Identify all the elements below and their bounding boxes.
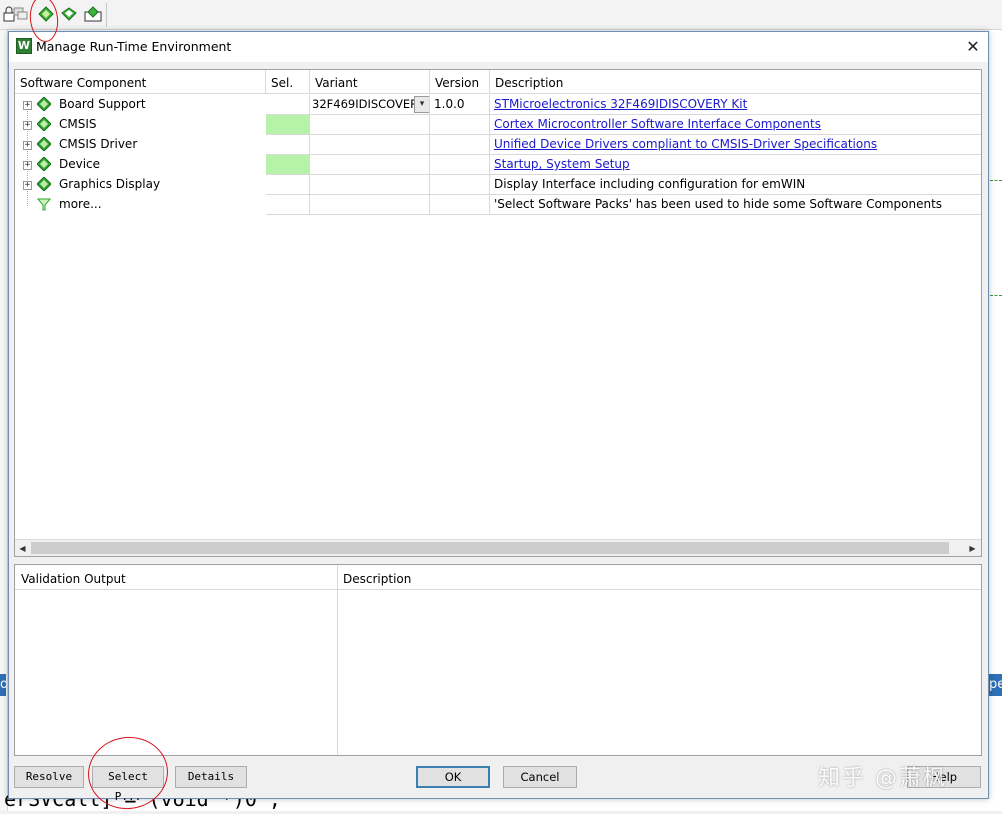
version-cell: [430, 155, 490, 175]
component-name: Device: [59, 157, 101, 171]
component-row-device[interactable]: + Device Startup, System Setup: [15, 155, 981, 175]
description-link[interactable]: Startup, System Setup: [494, 157, 630, 171]
version-cell: [430, 115, 490, 135]
component-row-more[interactable]: more... 'Select Software Packs' has been…: [15, 195, 981, 215]
description-link[interactable]: Cortex Microcontroller Software Interfac…: [494, 117, 821, 131]
expand-icon[interactable]: +: [23, 161, 32, 170]
description-cell: Display Interface including configuratio…: [490, 175, 981, 195]
sel-cell[interactable]: [266, 115, 310, 135]
column-header-variant[interactable]: Variant: [310, 70, 430, 94]
validation-header: Validation Output Description: [15, 565, 981, 590]
sel-cell[interactable]: [266, 155, 310, 175]
component-diamond-icon: [37, 157, 51, 171]
description-cell: Unified Device Drivers compliant to CMSI…: [490, 135, 981, 155]
cancel-button[interactable]: Cancel: [503, 766, 577, 788]
component-diamond-icon: [37, 117, 51, 131]
column-header-description[interactable]: Description: [490, 70, 981, 94]
variant-cell[interactable]: [310, 135, 430, 155]
select-packs-button[interactable]: Select P...: [92, 766, 164, 803]
component-diamond-icon: [37, 137, 51, 151]
watermark: 知乎 @萧枫: [818, 766, 947, 791]
variant-value: 32F469IDISCOVERY: [312, 97, 425, 111]
version-cell: [430, 135, 490, 155]
variant-cell[interactable]: [310, 175, 430, 195]
window-stack-icon[interactable]: [12, 5, 30, 23]
expand-icon[interactable]: +: [23, 121, 32, 130]
description-link[interactable]: STMicroelectronics 32F469IDISCOVERY Kit: [494, 97, 747, 111]
scroll-thumb[interactable]: [31, 542, 949, 554]
editor-tab-right-text: pe: [989, 677, 1002, 692]
editor-tab-left: o: [0, 674, 6, 696]
variant-cell[interactable]: 32F469IDISCOVERY ▾: [310, 95, 430, 115]
expand-icon[interactable]: +: [23, 141, 32, 150]
component-name: Board Support: [59, 97, 146, 111]
validation-divider: [337, 565, 338, 755]
editor-dashed-line: [990, 295, 1002, 296]
column-header-version[interactable]: Version: [430, 70, 490, 94]
component-row-board-support[interactable]: + Board Support 32F469IDISCOVERY ▾ 1.0.0…: [15, 95, 981, 115]
variant-select[interactable]: 32F469IDISCOVERY ▾: [312, 96, 429, 113]
details-button[interactable]: Details: [175, 766, 247, 788]
component-grid: Software Component Sel. Variant Version …: [14, 69, 982, 557]
description-cell: 'Select Software Packs' has been used to…: [490, 195, 981, 215]
component-name: CMSIS Driver: [59, 137, 138, 151]
horizontal-scrollbar[interactable]: ◀ ▶: [15, 539, 981, 556]
variant-cell[interactable]: [310, 115, 430, 135]
expand-icon[interactable]: +: [23, 101, 32, 110]
editor-tab-right: pe: [989, 674, 1002, 696]
sel-cell[interactable]: [266, 175, 310, 195]
sel-cell[interactable]: [266, 135, 310, 155]
expand-icon[interactable]: +: [23, 181, 32, 190]
grid-header: Software Component Sel. Variant Version …: [15, 70, 981, 94]
ok-button[interactable]: OK: [416, 766, 490, 788]
editor-dashed-line: [990, 180, 1002, 181]
resolve-button[interactable]: Resolve: [14, 766, 84, 788]
variant-cell[interactable]: [310, 155, 430, 175]
column-header-component[interactable]: Software Component: [15, 70, 266, 94]
manage-rte-dialog: W Manage Run-Time Environment ✕ Software…: [8, 31, 989, 803]
description-cell: Cortex Microcontroller Software Interfac…: [490, 115, 981, 135]
validation-pane: Validation Output Description: [14, 564, 982, 756]
description-cell: STMicroelectronics 32F469IDISCOVERY Kit: [490, 95, 981, 115]
column-header-sel[interactable]: Sel.: [266, 70, 310, 94]
dialog-titlebar[interactable]: W Manage Run-Time Environment ✕: [9, 32, 988, 62]
component-name: Graphics Display: [59, 177, 161, 191]
component-row-cmsis[interactable]: + CMSIS Cortex Microcontroller Software …: [15, 115, 981, 135]
keil-app-icon: W: [16, 38, 32, 54]
dialog-title: Manage Run-Time Environment: [36, 39, 232, 54]
pack-installer-icon[interactable]: [84, 5, 102, 23]
component-name: CMSIS: [59, 117, 97, 131]
version-cell: 1.0.0: [430, 95, 490, 115]
component-row-cmsis-driver[interactable]: + CMSIS Driver Unified Device Drivers co…: [15, 135, 981, 155]
chevron-down-icon[interactable]: ▾: [414, 96, 429, 113]
filter-funnel-icon: [37, 198, 51, 211]
version-cell: [430, 175, 490, 195]
description-link[interactable]: Unified Device Drivers compliant to CMSI…: [494, 137, 877, 151]
column-header-validation-output: Validation Output: [21, 572, 126, 586]
close-button[interactable]: ✕: [961, 35, 985, 59]
variant-cell: [310, 195, 430, 215]
select-packs-icon[interactable]: [60, 5, 78, 23]
column-header-validation-description: Description: [343, 572, 412, 586]
manage-rte-icon[interactable]: [37, 5, 55, 23]
description-cell: Startup, System Setup: [490, 155, 981, 175]
scroll-left-icon[interactable]: ◀: [15, 541, 30, 556]
sel-cell: [266, 195, 310, 215]
component-name[interactable]: more...: [59, 195, 102, 214]
version-cell: [430, 195, 490, 215]
scroll-right-icon[interactable]: ▶: [965, 541, 980, 556]
component-diamond-icon: [37, 97, 51, 111]
component-row-graphics-display[interactable]: + Graphics Display Display Interface inc…: [15, 175, 981, 195]
ide-toolbar: [0, 0, 1002, 30]
toolbar-separator: [106, 3, 107, 27]
component-diamond-icon: [37, 177, 51, 191]
sel-cell[interactable]: [266, 95, 310, 115]
